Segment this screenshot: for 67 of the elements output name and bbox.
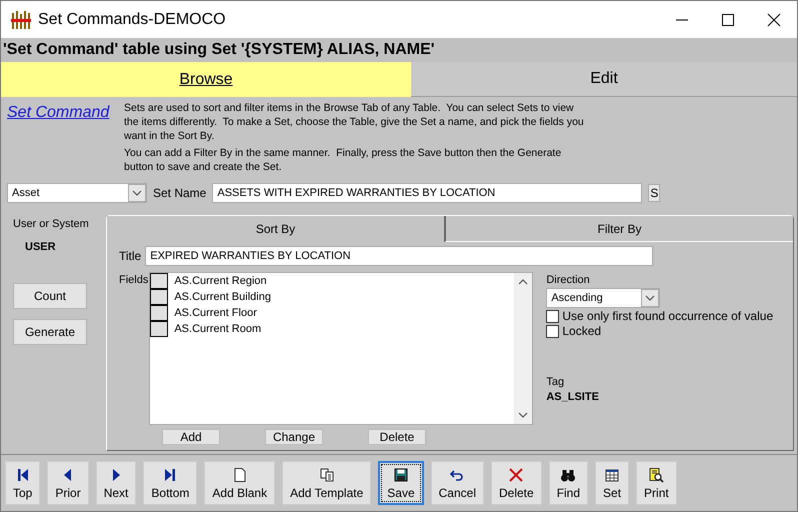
toolbar-button[interactable]: Add Blank (204, 461, 276, 505)
help-text: You can add a Filter By in the same manner. Finally, press the Save button then the Generate button to save and create the Set. (124, 146, 562, 174)
copy-pages-icon (318, 466, 335, 482)
help-text: Sets are used to sort and filter items in the Browse Tab of any Table. You can select Sets to view the items differently. To make a Set, choose the Table, give the Set a name, and pick the fields you want in the Sort By. (124, 101, 585, 143)
list-button[interactable]: Delete (368, 429, 426, 445)
caret-icon (132, 190, 142, 196)
list-item[interactable]: AS.Current Region (174, 275, 267, 287)
grid-window-icon (604, 466, 620, 482)
s-button[interactable]: S (648, 184, 660, 202)
checkbox[interactable] (546, 310, 560, 322)
toolbar-button[interactable]: Delete (491, 461, 542, 505)
scroll-down-icon (518, 412, 528, 418)
document-magnifier-icon (648, 466, 664, 482)
toolbar-button[interactable]: Next (96, 461, 136, 505)
field-value: AS_LSITE (546, 391, 599, 403)
row-selector[interactable] (150, 305, 168, 321)
action-button[interactable]: Count (13, 283, 87, 309)
close-icon[interactable] (767, 12, 781, 26)
dropdown-button[interactable] (128, 184, 146, 202)
scroll-up-icon (518, 279, 528, 285)
field-label: Fields (119, 274, 148, 288)
field-label: Title (119, 249, 142, 263)
app-logo-icon (10, 8, 32, 30)
field-label: Set Name (153, 186, 206, 200)
row-selector[interactable] (150, 273, 168, 289)
list-item[interactable]: AS.Current Building (174, 291, 271, 303)
checkbox-label: Locked (562, 324, 602, 338)
table-dropdown[interactable]: Asset (7, 183, 147, 203)
dropdown-value: Ascending (551, 292, 603, 304)
toolbar-button[interactable]: Prior (47, 461, 89, 505)
tab[interactable]: Edit (411, 62, 797, 97)
toolbar-button[interactable]: Print (636, 461, 677, 505)
dropdown-value: Asset (12, 187, 40, 199)
row-selector[interactable] (150, 289, 168, 305)
toolbar-button[interactable]: Cancel (430, 461, 484, 505)
set-name-field[interactable]: ASSETS WITH EXPIRED WARRANTIES BY LOCATION (212, 183, 642, 203)
toolbar-button[interactable]: Save (378, 461, 424, 505)
toolbar-button[interactable]: Top (5, 461, 40, 505)
field-value: USER (25, 241, 56, 253)
checkbox[interactable] (546, 324, 560, 338)
list-item[interactable]: AS.Current Floor (174, 307, 257, 319)
tab[interactable]: Sort By (107, 216, 445, 242)
dropdown-button[interactable] (641, 289, 660, 307)
list-button[interactable]: Change (265, 429, 323, 445)
field-label: Direction (546, 274, 590, 286)
list-item[interactable]: AS.Current Room (174, 323, 262, 335)
tab[interactable]: Filter By (445, 216, 793, 242)
field-label: Tag (546, 376, 564, 388)
action-button[interactable]: Generate (13, 319, 87, 345)
direction-dropdown[interactable]: Ascending (546, 288, 660, 308)
row-selector[interactable] (150, 321, 168, 337)
caret-icon (645, 295, 656, 301)
window-title: Set Commands-DEMOCO (38, 10, 227, 28)
field-label: User or System (13, 218, 89, 230)
toolbar-button[interactable]: Bottom (143, 461, 198, 505)
toolbar-button[interactable]: Set (595, 461, 630, 505)
tab[interactable]: Browse (1, 62, 411, 97)
list-button[interactable]: Add (162, 429, 220, 445)
title-field[interactable]: EXPIRED WARRANTIES BY LOCATION (145, 246, 654, 266)
fields-list[interactable]: AS.Current Region AS.Current Building AS.Current Floor AS.Current Room (149, 272, 534, 425)
toolbar-button[interactable]: Find (548, 461, 588, 505)
checkbox-label: Use only first found occurrence of value (562, 309, 774, 323)
help-link[interactable]: Set Command (7, 104, 124, 122)
x-mark-icon (508, 466, 524, 482)
blank-page-icon (232, 466, 248, 482)
maximize-icon[interactable] (721, 12, 735, 26)
toolbar-button[interactable]: Add Template (282, 461, 372, 505)
